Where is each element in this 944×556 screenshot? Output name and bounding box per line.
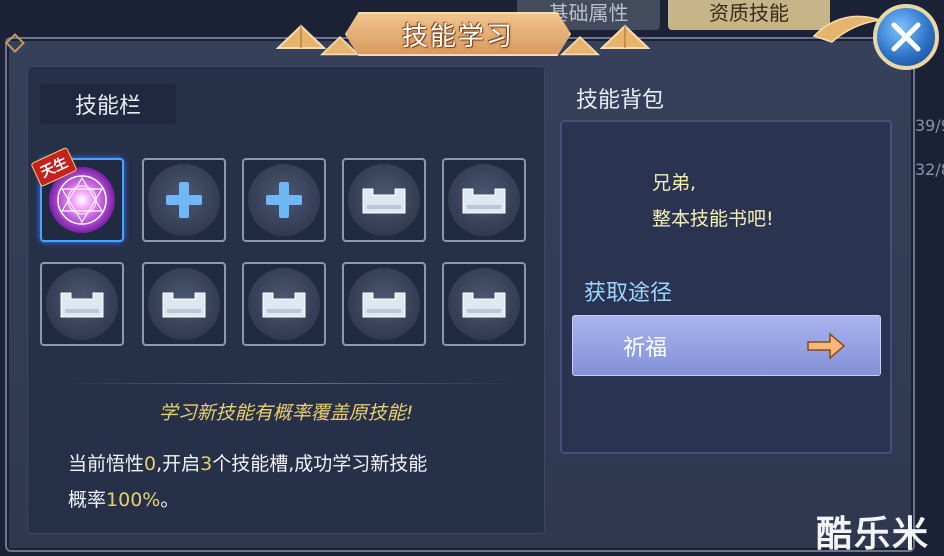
- slot-disc: [148, 164, 220, 236]
- wing-ornament-icon: [812, 15, 881, 43]
- bag-message-line2: 整本技能书吧!: [652, 208, 774, 230]
- dialog-title: 技能学习: [345, 12, 571, 56]
- divider: [64, 383, 514, 384]
- skill-bar-label: 技能栏: [40, 84, 176, 124]
- comprehension-value: 0: [144, 453, 157, 475]
- skill-slot-10[interactable]: [442, 262, 526, 346]
- skill-slot-3[interactable]: [242, 158, 326, 242]
- pray-source-label: 祈福: [623, 335, 668, 361]
- tab-quality-skills[interactable]: 资质技能: [668, 0, 830, 30]
- skill-slot-1[interactable]: 天生: [30, 146, 124, 242]
- skill-slot-4[interactable]: [342, 158, 426, 242]
- info-line2-prefix: 概率: [68, 489, 107, 511]
- pray-source-button[interactable]: 祈福: [572, 315, 881, 376]
- slot-disc: [448, 164, 520, 236]
- lock-icon: [362, 188, 406, 214]
- bag-message-line1: 兄弟,: [652, 172, 697, 194]
- open-slots-value: 3: [200, 453, 213, 475]
- lock-icon: [462, 188, 506, 214]
- close-button[interactable]: [873, 4, 939, 70]
- skill-slot-9[interactable]: [342, 262, 426, 346]
- slot-disc: [248, 268, 320, 340]
- lock-icon: [60, 292, 104, 318]
- slot-disc: [448, 268, 520, 340]
- side-value-bottom: 32/8: [915, 160, 944, 179]
- fan-ornament-icon: [560, 36, 600, 56]
- info-prefix: 当前悟性: [68, 453, 145, 475]
- skill-bag-title: 技能背包: [576, 88, 665, 113]
- skill-slot-8[interactable]: [242, 262, 326, 346]
- slot-disc: [46, 268, 118, 340]
- slot-disc: [348, 268, 420, 340]
- plus-icon: [266, 182, 302, 218]
- overwrite-warning: 学习新技能有概率覆盖原技能!: [158, 402, 414, 424]
- arrow-right-icon: [807, 332, 846, 360]
- lock-icon: [362, 292, 406, 318]
- learning-info: 当前悟性0,开启3个技能槽,成功学习新技能 概率100%。: [68, 446, 508, 518]
- lock-icon: [262, 292, 306, 318]
- fan-ornament-icon: [276, 24, 326, 49]
- skill-slot-6[interactable]: [40, 262, 124, 346]
- lock-icon: [162, 292, 206, 318]
- acquire-source-title: 获取途径: [584, 281, 673, 306]
- slot-disc: [148, 268, 220, 340]
- fan-ornament-icon: [600, 24, 650, 49]
- slot-disc: [348, 164, 420, 236]
- side-value-top: 39/9: [915, 116, 944, 135]
- skill-slot-5[interactable]: [442, 158, 526, 242]
- skill-slot-2[interactable]: [142, 158, 226, 242]
- slot-disc: [248, 164, 320, 236]
- skill-slot-7[interactable]: [142, 262, 226, 346]
- info-suffix: 。: [160, 489, 180, 511]
- success-probability: 100%: [106, 489, 161, 511]
- info-mid1: ,开启: [156, 453, 201, 475]
- close-icon: [891, 22, 921, 52]
- info-mid2: 个技能槽,成功学习新技能: [212, 453, 428, 475]
- watermark-logo: 酷乐米: [816, 514, 931, 555]
- plus-icon: [166, 182, 202, 218]
- lock-icon: [462, 292, 506, 318]
